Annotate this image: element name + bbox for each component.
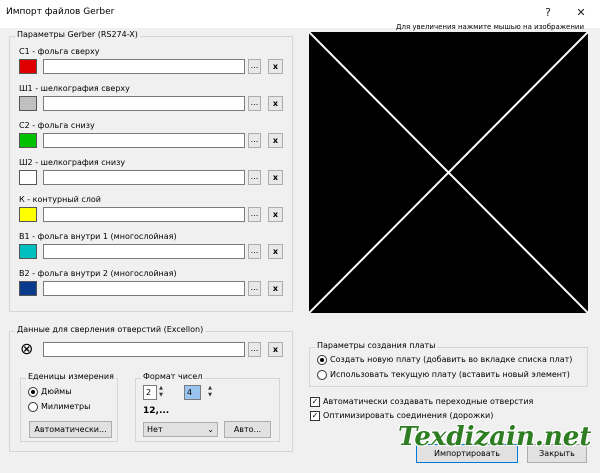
help-button[interactable]: ? xyxy=(538,4,558,22)
layer-clear-button[interactable]: x xyxy=(268,133,283,148)
layer-color-swatch[interactable] xyxy=(19,170,37,185)
excellon-group-label: Данные для сверления отверстий (Excellon… xyxy=(15,325,206,334)
layer-label: К - контурный слой xyxy=(19,195,101,204)
layer-browse-button[interactable]: ... xyxy=(248,133,261,148)
layer-browse-button[interactable]: ... xyxy=(248,244,261,259)
board-new-radio[interactable] xyxy=(317,355,327,365)
close-icon[interactable]: ✕ xyxy=(571,4,591,22)
layer-clear-button[interactable]: x xyxy=(268,170,283,185)
units-inches-radio[interactable] xyxy=(28,387,38,397)
optimize-checkbox[interactable]: ✓ xyxy=(310,411,320,421)
layer-color-swatch[interactable] xyxy=(19,281,37,296)
layer-color-swatch[interactable] xyxy=(19,96,37,111)
drill-icon: ⊗ xyxy=(20,339,34,358)
layer-file-field[interactable] xyxy=(43,244,245,259)
layer-browse-button[interactable]: ... xyxy=(248,170,261,185)
int-digits-spin[interactable]: 2 xyxy=(143,385,157,400)
chevron-down-icon: ⌄ xyxy=(207,425,214,434)
auto-vias-label: Автоматически создавать переходные отвер… xyxy=(323,397,534,406)
optimize-label: Оптимизировать соединения (дорожки) xyxy=(323,411,494,420)
board-new-label: Создать новую плату (добавить во вкладке… xyxy=(330,355,573,364)
layer-label: Ш1 - шелкография сверху xyxy=(19,84,130,93)
excellon-file-field[interactable] xyxy=(43,342,245,357)
layer-label: В2 - фольга внутри 2 (многослойная) xyxy=(19,269,177,278)
layer-label: С2 - фольга снизу xyxy=(19,121,95,130)
preview-cross xyxy=(308,31,589,314)
int-digits-arrows-icon[interactable]: ▲ ▼ xyxy=(157,385,165,400)
layer-file-field[interactable] xyxy=(43,59,245,74)
layer-browse-button[interactable]: ... xyxy=(248,207,261,222)
layer-label: Ш2 - шелкография снизу xyxy=(19,158,126,167)
preview-canvas[interactable] xyxy=(308,31,589,314)
layer-clear-button[interactable]: x xyxy=(268,96,283,111)
format-label: Формат чисел xyxy=(141,372,205,381)
board-group-label: Параметры создания платы xyxy=(315,341,438,350)
zeros-select[interactable]: Нет ⌄ xyxy=(143,422,218,437)
units-mm-radio[interactable] xyxy=(28,402,38,412)
format-sample: 12,... xyxy=(143,406,170,416)
board-current-radio[interactable] xyxy=(317,370,327,380)
layer-color-swatch[interactable] xyxy=(19,59,37,74)
layer-label: С1 - фольга сверху xyxy=(19,47,100,56)
layer-label: В1 - фольга внутри 1 (многослойная) xyxy=(19,232,177,241)
layer-clear-button[interactable]: x xyxy=(268,207,283,222)
excellon-browse-button[interactable]: ... xyxy=(248,342,261,357)
gerber-group-label: Параметры Gerber (RS274-X) xyxy=(15,30,140,39)
excellon-clear-button[interactable]: x xyxy=(268,342,283,357)
units-label: Еденицы измерения xyxy=(26,372,116,381)
units-inches-label: Дюймы xyxy=(41,387,72,396)
board-current-label: Использовать текущую плату (вставить нов… xyxy=(330,370,570,379)
layer-file-field[interactable] xyxy=(43,281,245,296)
auto-vias-checkbox[interactable]: ✓ xyxy=(310,397,320,407)
watermark: Texdizain.net xyxy=(398,422,592,452)
layer-color-swatch[interactable] xyxy=(19,244,37,259)
layer-file-field[interactable] xyxy=(43,207,245,222)
layer-clear-button[interactable]: x xyxy=(268,244,283,259)
zeros-select-value: Нет xyxy=(147,425,163,434)
layer-file-field[interactable] xyxy=(43,133,245,148)
units-auto-button[interactable]: Автоматически... xyxy=(29,421,112,438)
window-title: Импорт файлов Gerber xyxy=(6,7,115,17)
layer-color-swatch[interactable] xyxy=(19,207,37,222)
dec-digits-arrows-icon[interactable]: ▲ ▼ xyxy=(206,385,214,400)
layer-browse-button[interactable]: ... xyxy=(248,96,261,111)
layer-browse-button[interactable]: ... xyxy=(248,59,261,74)
board-group xyxy=(309,347,588,387)
units-mm-label: Милиметры xyxy=(41,402,91,411)
layer-clear-button[interactable]: x xyxy=(268,281,283,296)
layer-browse-button[interactable]: ... xyxy=(248,281,261,296)
layer-file-field[interactable] xyxy=(43,96,245,111)
format-auto-button[interactable]: Авто... xyxy=(224,421,271,438)
dec-digits-spin[interactable]: 4 xyxy=(184,385,201,400)
layer-file-field[interactable] xyxy=(43,170,245,185)
preview-hint: Для увеличения нажмите мышью на изображе… xyxy=(396,23,585,31)
layer-clear-button[interactable]: x xyxy=(268,59,283,74)
layer-color-swatch[interactable] xyxy=(19,133,37,148)
